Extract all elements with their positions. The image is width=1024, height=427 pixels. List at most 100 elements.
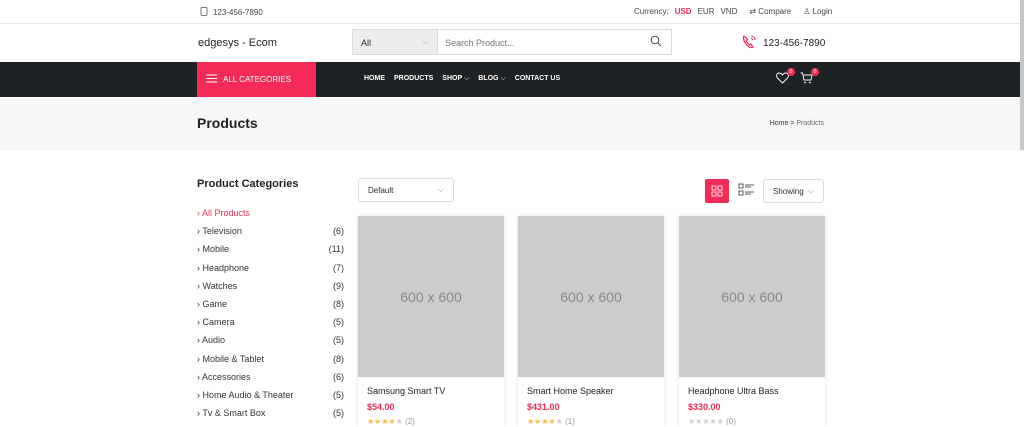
user-icon: ♙ <box>803 7 811 16</box>
list-icon <box>735 183 759 207</box>
category-count: (5) <box>333 408 344 419</box>
category-list: All Products Television (6) Mobile (11) Headp… <box>197 204 344 422</box>
category-label: Television <box>197 226 242 236</box>
star-rating-icon: ★★★★★ <box>688 417 724 426</box>
breadcrumb-separator: > <box>790 120 795 127</box>
category-count: (6) <box>333 371 344 382</box>
category-label: Headphone <box>197 263 250 273</box>
star-rating-icon: ★★★★★ <box>367 417 403 426</box>
chevron-down-icon: ⌵ <box>807 186 814 195</box>
header-hotline[interactable]: 123-456-7890 <box>740 33 825 54</box>
login-link[interactable]: ♙ Login <box>803 7 832 16</box>
page-title: Products <box>197 115 258 131</box>
category-label: Camera <box>197 317 235 327</box>
sidebar-item-game[interactable]: Game (8) <box>197 295 345 313</box>
sidebar-item-mobile[interactable]: Mobile (11) <box>197 240 345 258</box>
nav-blog[interactable]: BLOG ⌵ <box>478 75 506 83</box>
category-count: (8) <box>333 299 344 310</box>
product-card[interactable]: 600 x 600 Smart Home Speaker $431.00 ★★★★★ … <box>518 216 664 427</box>
product-price: $431.00 <box>527 402 560 412</box>
topbar-phone: 123-456-7890 <box>200 7 263 18</box>
chevron-down-icon: ⌵ <box>463 75 470 82</box>
search-category-select[interactable]: All ⌵ <box>353 30 438 54</box>
product-name[interactable]: Headphone Ultra Bass <box>688 386 825 396</box>
compare-link[interactable]: ⇄ Compare <box>749 7 791 16</box>
grid-view-button[interactable] <box>705 179 729 203</box>
sidebar-item-television[interactable]: Television (6) <box>197 222 344 240</box>
brand-logo[interactable]: edgesys - Ecom <box>198 37 277 49</box>
category-sidebar: Product Categories All Products Televisio… <box>197 178 344 422</box>
review-count: (1) <box>565 417 575 426</box>
menu-icon <box>206 74 217 85</box>
product-card[interactable]: 600 x 600 Samsung Smart TV $54.00 ★★★★★ (2) <box>358 216 504 427</box>
product-card[interactable]: 600 x 600 Headphone Ultra Bass $330.00 ★★★★… <box>679 216 825 427</box>
phone-icon <box>200 7 208 18</box>
nav-shop[interactable]: SHOP ⌵ <box>442 75 469 83</box>
sidebar-item-watches[interactable]: Watches (9) <box>197 277 345 295</box>
search-input[interactable]: Search Product... <box>438 30 671 54</box>
nav-home[interactable]: HOME <box>364 75 385 83</box>
sidebar-item-audio[interactable]: Audio (5) <box>197 331 344 349</box>
product-rating: ★★★★★ (2) <box>367 417 504 426</box>
category-label: Game <box>197 299 228 309</box>
cart-count-badge: 0 <box>811 68 819 76</box>
category-label: Tv & Smart Box <box>197 408 265 418</box>
sidebar-item-mobile-tablet[interactable]: Mobile & Tablet (8) <box>197 350 345 368</box>
category-count: (5) <box>333 335 344 346</box>
topbar-phone-number: 123-456-7890 <box>213 8 263 17</box>
phone-call-icon <box>740 33 758 54</box>
category-count: (5) <box>333 317 344 328</box>
category-count: (5) <box>333 389 344 400</box>
chevron-down-icon: ⌵ <box>422 37 429 46</box>
showing-select[interactable]: Showing ⌵ <box>763 179 824 203</box>
topbar-right: Currency: USD EUR VND ⇄ Compare ♙ Login <box>634 7 832 16</box>
category-count: (9) <box>333 280 344 291</box>
placeholder-text: 600 x 600 <box>400 288 462 305</box>
page-header-band: Products Home > Products <box>0 97 1024 151</box>
category-label: Audio <box>197 335 225 345</box>
product-name[interactable]: Samsung Smart TV <box>367 386 504 396</box>
main-nav: ALL CATEGORIES HOME PRODUCTS SHOP ⌵ BLOG… <box>0 62 1024 97</box>
sidebar-item-all-products[interactable]: All Products <box>197 204 344 222</box>
nav-products[interactable]: PRODUCTS <box>394 75 433 83</box>
breadcrumb-home[interactable]: Home <box>770 120 789 127</box>
nav-menu: HOME PRODUCTS SHOP ⌵ BLOG ⌵ CONTACT US <box>364 75 560 83</box>
sidebar-title: Product Categories <box>197 178 299 190</box>
sidebar-item-headphone[interactable]: Headphone (7) <box>197 259 345 277</box>
cart-button[interactable]: 0 <box>800 68 819 85</box>
review-count: (2) <box>405 417 415 426</box>
currency-usd[interactable]: USD <box>675 7 692 16</box>
currency-vnd[interactable]: VND <box>720 7 737 16</box>
sort-select[interactable]: Default ⌵ <box>358 178 454 202</box>
nav-contact[interactable]: CONTACT US <box>515 75 560 83</box>
currency-eur[interactable]: EUR <box>698 7 715 16</box>
chevron-down-icon: ⌵ <box>437 185 444 194</box>
category-count: (6) <box>333 226 344 237</box>
sidebar-item-accessories[interactable]: Accessories (6) <box>197 368 344 386</box>
category-count: (7) <box>333 262 344 273</box>
product-image[interactable]: 600 x 600 <box>679 216 825 377</box>
grid-icon <box>705 185 729 207</box>
product-price: $54.00 <box>367 402 395 412</box>
product-image[interactable]: 600 x 600 <box>358 216 504 377</box>
site-header: edgesys - Ecom All ⌵ Search Product... 1… <box>0 24 1024 62</box>
sidebar-item-tv-smart-box[interactable]: Tv & Smart Box (5) <box>197 404 344 422</box>
all-categories-button[interactable]: ALL CATEGORIES <box>197 62 316 97</box>
currency-label: Currency: <box>634 7 669 16</box>
product-name[interactable]: Smart Home Speaker <box>527 386 664 396</box>
product-image[interactable]: 600 x 600 <box>518 216 664 377</box>
search-bar: All ⌵ Search Product... <box>352 29 672 55</box>
wishlist-button[interactable]: 0 <box>776 68 795 85</box>
list-view-button[interactable] <box>735 179 759 203</box>
search-icon[interactable] <box>650 35 662 49</box>
wishlist-count-badge: 0 <box>787 68 795 76</box>
page-scrollbar[interactable] <box>1020 0 1024 150</box>
sidebar-item-home-audio-theater[interactable]: Home Audio & Theater (5) <box>197 386 345 404</box>
placeholder-text: 600 x 600 <box>560 288 622 305</box>
product-rating: ★★★★★ (1) <box>527 417 664 426</box>
breadcrumb: Home > Products <box>770 120 824 127</box>
product-rating: ★★★★★ (0) <box>688 417 825 426</box>
product-price: $330.00 <box>688 402 721 412</box>
sidebar-item-camera[interactable]: Camera (5) <box>197 313 345 331</box>
category-label: Mobile & Tablet <box>197 354 264 364</box>
